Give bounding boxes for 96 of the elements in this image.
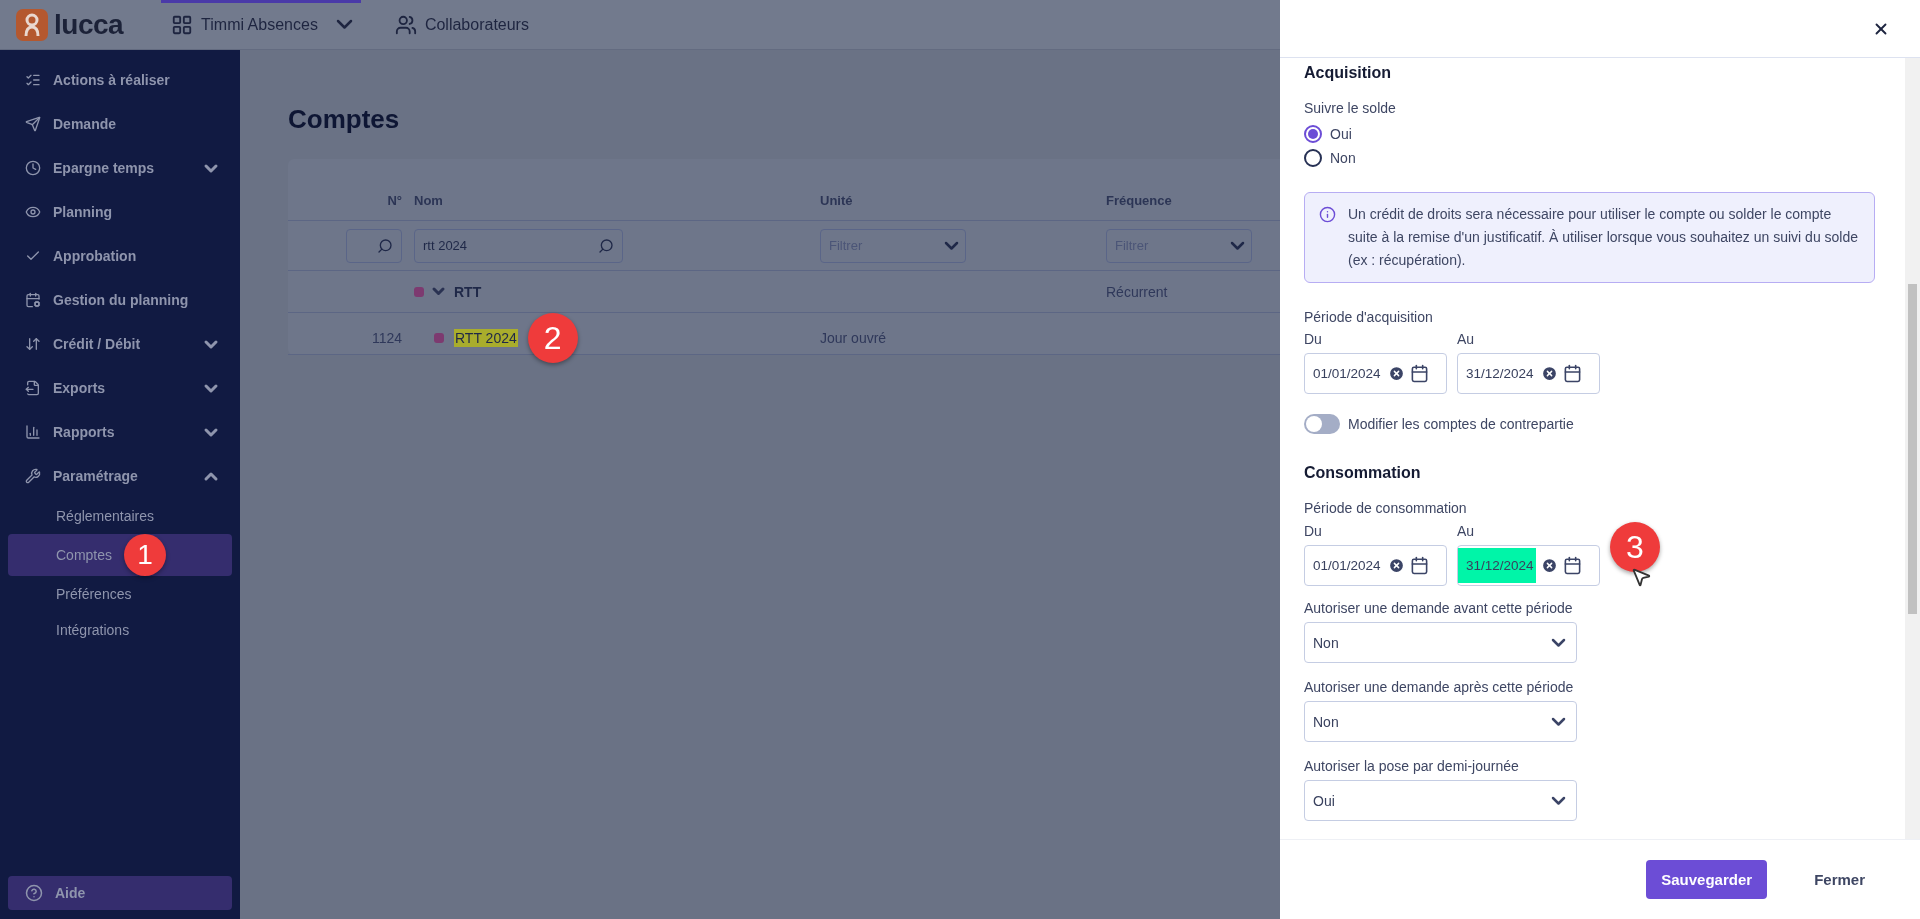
field-label: Période d'acquisition [1304, 309, 1434, 325]
radio-button[interactable] [1304, 149, 1322, 167]
paper-plane-icon [25, 116, 41, 132]
chevron-down-icon [946, 242, 957, 249]
number-cell-text: 1124 [370, 330, 403, 346]
step-number-badge: 1 [124, 534, 167, 576]
step-number-badge: 2 [527, 313, 578, 363]
section-title: Acquisition [1304, 64, 1393, 82]
column-header: N° [386, 193, 403, 208]
select-dropdown[interactable]: Oui [1304, 780, 1577, 821]
calendar-icon[interactable] [1409, 364, 1429, 383]
sidebar-item[interactable]: Demande [8, 102, 232, 146]
step-number-badge: 3 [1610, 522, 1660, 572]
save-button[interactable]: Sauvegarder [1646, 860, 1768, 899]
mouse-cursor-icon [1630, 566, 1652, 588]
radio-option[interactable]: Non [1304, 146, 1875, 170]
section-title: Consommation [1304, 464, 1422, 482]
help-button[interactable]: Aide [8, 876, 232, 910]
wrench-icon [25, 468, 41, 484]
date-input[interactable]: 01/01/2024 [1304, 545, 1447, 586]
date-label: Au [1457, 523, 1476, 539]
app-tab[interactable]: Timmi Absences [161, 0, 361, 50]
app-tab[interactable]: Collaborateurs [384, 0, 539, 50]
sidebar-item[interactable]: Exports [8, 366, 232, 410]
account-name: RTT 2024 [454, 329, 518, 347]
clock-icon [25, 160, 41, 176]
date-value: 31/12/2024 [1458, 548, 1536, 583]
sidebar-subitem[interactable]: Réglementaires [8, 498, 232, 534]
date-input[interactable]: 31/12/2024 [1457, 353, 1600, 394]
sidebar-item[interactable]: Approbation [8, 234, 232, 278]
checklist-icon [25, 72, 41, 88]
chevron-down-icon [1553, 639, 1564, 646]
field-label: Autoriser une demande avant cette période [1304, 600, 1574, 616]
info-icon [1319, 206, 1336, 223]
column-header: Nom [414, 193, 444, 208]
field-label: Autoriser une demande après cette période [1304, 679, 1575, 695]
sidebar-item[interactable]: Paramétrage [8, 454, 232, 498]
logo-text: lucca [54, 8, 124, 41]
clear-icon[interactable] [1387, 365, 1405, 382]
sidebar-item[interactable]: Epargne temps [8, 146, 232, 190]
search-icon [377, 237, 393, 254]
chevron-down-icon [1553, 718, 1564, 725]
bar-chart-icon [25, 424, 41, 440]
sidebar-subitem[interactable]: Intégrations [8, 612, 232, 648]
sidebar-item[interactable]: Gestion du planning [8, 278, 232, 322]
date-value: 01/01/2024 [1312, 365, 1382, 383]
file-export-icon [25, 380, 41, 396]
toggle-switch[interactable] [1304, 414, 1340, 434]
frequency-cell-text: Récurrent [1106, 283, 1169, 300]
eye-icon [25, 204, 41, 220]
date-input[interactable]: 01/01/2024 [1304, 353, 1447, 394]
date-label: Au [1457, 331, 1476, 347]
close-button[interactable]: Fermer [1799, 860, 1880, 899]
up-down-arrows-icon [25, 336, 41, 352]
sidebar-subitem[interactable]: Comptes 1 [8, 534, 232, 576]
search-filter-field[interactable] [346, 228, 402, 263]
radio-button[interactable] [1304, 125, 1322, 143]
sidebar-item[interactable]: Planning [8, 190, 232, 234]
toggle-label: Modifier les comptes de contrepartie [1348, 416, 1574, 432]
date-input[interactable]: 31/12/2024 [1457, 545, 1600, 586]
logo-icon [16, 8, 48, 41]
help-icon [25, 884, 43, 902]
date-label: Du [1304, 331, 1323, 347]
sidebar-item[interactable]: Rapports [8, 410, 232, 454]
chevron-down-icon[interactable] [434, 289, 443, 294]
date-value: 01/01/2024 [1312, 557, 1382, 575]
select-dropdown[interactable]: Non [1304, 701, 1577, 742]
field-label: Période de consommation [1304, 500, 1468, 516]
account-name: RTT [453, 282, 483, 301]
calendar-icon[interactable] [1562, 556, 1582, 575]
field-label: Suivre le solde [1304, 100, 1397, 116]
search-icon [598, 237, 614, 254]
select-dropdown[interactable]: Non [1304, 622, 1577, 663]
radio-option[interactable]: Oui [1304, 122, 1875, 146]
clear-icon[interactable] [1540, 557, 1558, 574]
field-label: Autoriser la pose par demi-journée [1304, 758, 1520, 774]
column-header: Unité [820, 193, 854, 208]
column-header: Fréquence [1106, 193, 1173, 208]
search-filter-field[interactable]: rtt 2024 [414, 228, 623, 263]
sidebar-item[interactable]: Actions à réaliser [8, 58, 232, 102]
unit-cell-text: Jour ouvré [820, 330, 888, 346]
date-label: Du [1304, 523, 1323, 539]
sidebar-item[interactable]: Crédit / Débit [8, 322, 232, 366]
chevron-down-icon [1553, 797, 1564, 804]
chevron-down-icon [1232, 242, 1243, 249]
users-icon [394, 13, 417, 36]
calendar-gear-icon [25, 292, 41, 308]
calendar-icon[interactable] [1409, 556, 1429, 575]
clear-icon[interactable] [1387, 557, 1405, 574]
app-grid-icon [171, 13, 194, 36]
sidebar-subitem[interactable]: Préférences [8, 576, 232, 612]
date-value: 31/12/2024 [1465, 365, 1535, 383]
page-title: Comptes [288, 104, 401, 135]
calendar-icon[interactable] [1562, 364, 1582, 383]
clear-icon[interactable] [1540, 365, 1558, 382]
info-text: Un crédit de droits sera nécessaire pour utiliser le compte ou solder le compte suite à la remise d'un justificatif. À utiliser lorsque vous souhaitez un suivi du solde (ex : récupération). [1348, 205, 1860, 270]
